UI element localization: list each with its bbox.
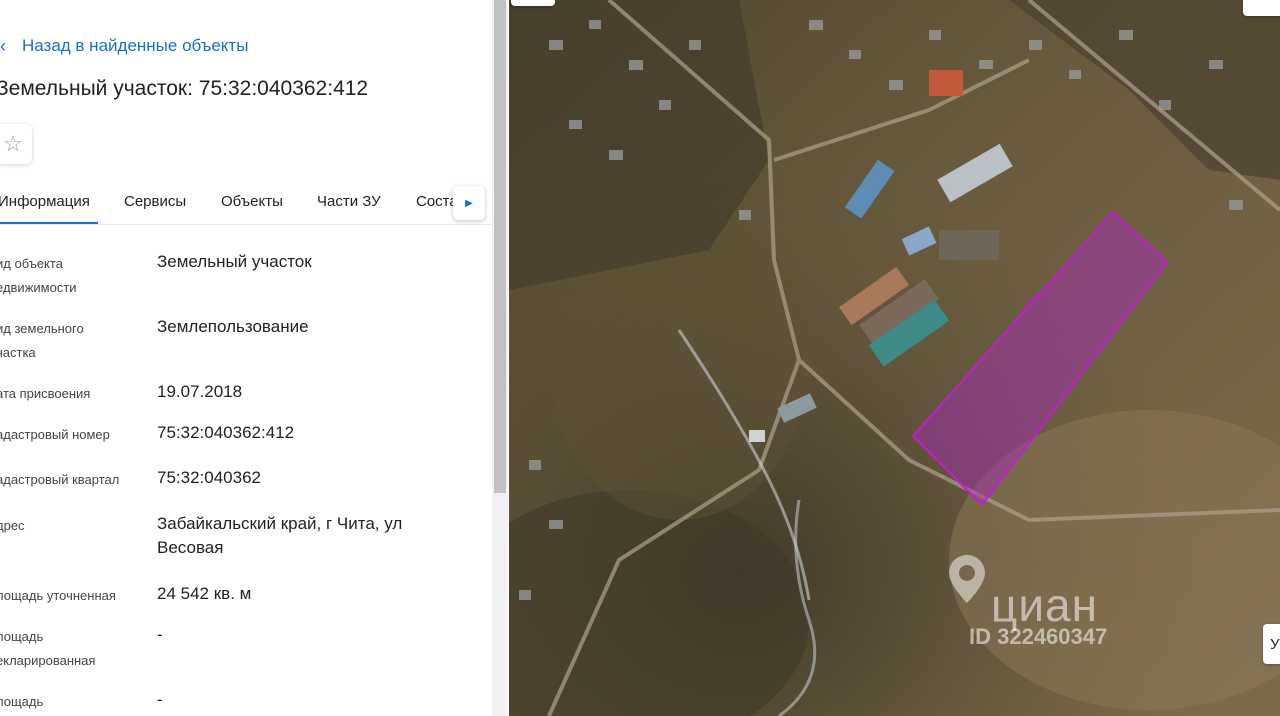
attribute-label: адастровый номер xyxy=(0,423,136,447)
attribute-label-line: адастровый квартал xyxy=(0,472,120,487)
attribute-value-line: 24 542 кв. м xyxy=(157,584,252,603)
attribute-value: Землепользование xyxy=(157,315,457,339)
tab-services[interactable]: Сервисы xyxy=(124,188,186,222)
attribute-value-line: - xyxy=(157,625,163,644)
attribute-label-line: адастровый номер xyxy=(0,427,110,442)
tabs-next-button[interactable]: ▶ xyxy=(453,186,485,220)
attribute-value-line: - xyxy=(157,690,163,709)
back-link-label: Назад в найденные объекты xyxy=(22,36,249,55)
chevron-left-icon: ‹ xyxy=(0,35,6,56)
attribute-value: 19.07.2018 xyxy=(157,380,457,404)
tab-information[interactable]: Информация xyxy=(0,188,98,224)
attribute-value: - xyxy=(157,688,457,712)
attribute-label-line: лощадь уточненная xyxy=(0,588,116,603)
attribute-label-line: дрес xyxy=(0,518,25,533)
attribute-label: лощадь уточненная xyxy=(0,584,136,608)
attribute-value: 75:32:040362:412 xyxy=(157,421,457,445)
caret-right-icon: ▶ xyxy=(465,197,473,209)
attribute-value-line: 19.07.2018 xyxy=(157,382,243,401)
attribute-label-line: ид объекта xyxy=(0,256,63,271)
attribute-value-line: Земельный участок xyxy=(157,252,312,271)
scrollbar-thumb[interactable] xyxy=(494,0,506,493)
page-title: Земельный участок: 75:32:040362:412 xyxy=(0,77,369,100)
back-link[interactable]: ‹ Назад в найденные объекты xyxy=(0,36,248,56)
attribute-value: 24 542 кв. м xyxy=(157,582,457,606)
attribute-label: лощадь екларированная xyxy=(0,625,136,673)
attribute-value-line: Землепользование xyxy=(157,317,309,336)
attribute-label: дрес xyxy=(0,514,136,538)
star-outline-icon: ☆ xyxy=(3,131,23,156)
attribute-value-line: Весовая xyxy=(157,538,224,557)
map-edge-button-label: У xyxy=(1270,635,1280,653)
panel-scrollbar[interactable] xyxy=(492,0,508,716)
attribute-label: лощадь xyxy=(0,690,136,714)
attribute-label: ид объекта едвижимости xyxy=(0,252,136,300)
map-edge-button[interactable]: У xyxy=(1263,624,1280,664)
tab-objects[interactable]: Объекты xyxy=(221,188,283,222)
attribute-label-line: частка xyxy=(0,345,36,360)
satellite-map[interactable]: циан ID 322460347 У xyxy=(509,0,1280,716)
attribute-label: адастровый квартал xyxy=(0,468,136,492)
attribute-label: ид земельного частка xyxy=(0,317,136,365)
tab-composition[interactable]: Соста xyxy=(416,188,458,222)
map-control-top-right[interactable] xyxy=(1243,0,1280,16)
attribute-label-line: едвижимости xyxy=(0,280,77,295)
map-imagery xyxy=(509,0,1280,716)
attribute-value: 75:32:040362 xyxy=(157,466,457,490)
map-control-top-left[interactable] xyxy=(511,0,555,6)
attribute-value: Земельный участок xyxy=(157,250,457,274)
favorite-button[interactable]: ☆ xyxy=(0,124,32,164)
tab-land-parts[interactable]: Части ЗУ xyxy=(317,188,381,222)
attribute-label-line: ид земельного xyxy=(0,321,84,336)
attribute-value-line: 75:32:040362 xyxy=(157,468,261,487)
attribute-value-line: 75:32:040362:412 xyxy=(157,423,295,442)
watermark-id: ID 322460347 xyxy=(969,624,1108,649)
attribute-value: Забайкальский край, г Чита, ул Весовая xyxy=(157,512,457,560)
attribute-label-line: ата присвоения xyxy=(0,386,91,401)
attribute-label: ата присвоения xyxy=(0,382,136,406)
attribute-value-line: Забайкальский край, г Чита, ул xyxy=(157,514,403,533)
attribute-value: - xyxy=(157,623,457,647)
info-panel: ‹ Назад в найденные объекты Земельный уч… xyxy=(0,0,492,716)
attribute-label-line: лощадь xyxy=(0,629,44,644)
attribute-label-line: екларированная xyxy=(0,653,96,668)
attribute-label-line: лощадь xyxy=(0,694,44,709)
tab-bar: Информация Сервисы Объекты Части ЗУ Сост… xyxy=(0,188,492,225)
